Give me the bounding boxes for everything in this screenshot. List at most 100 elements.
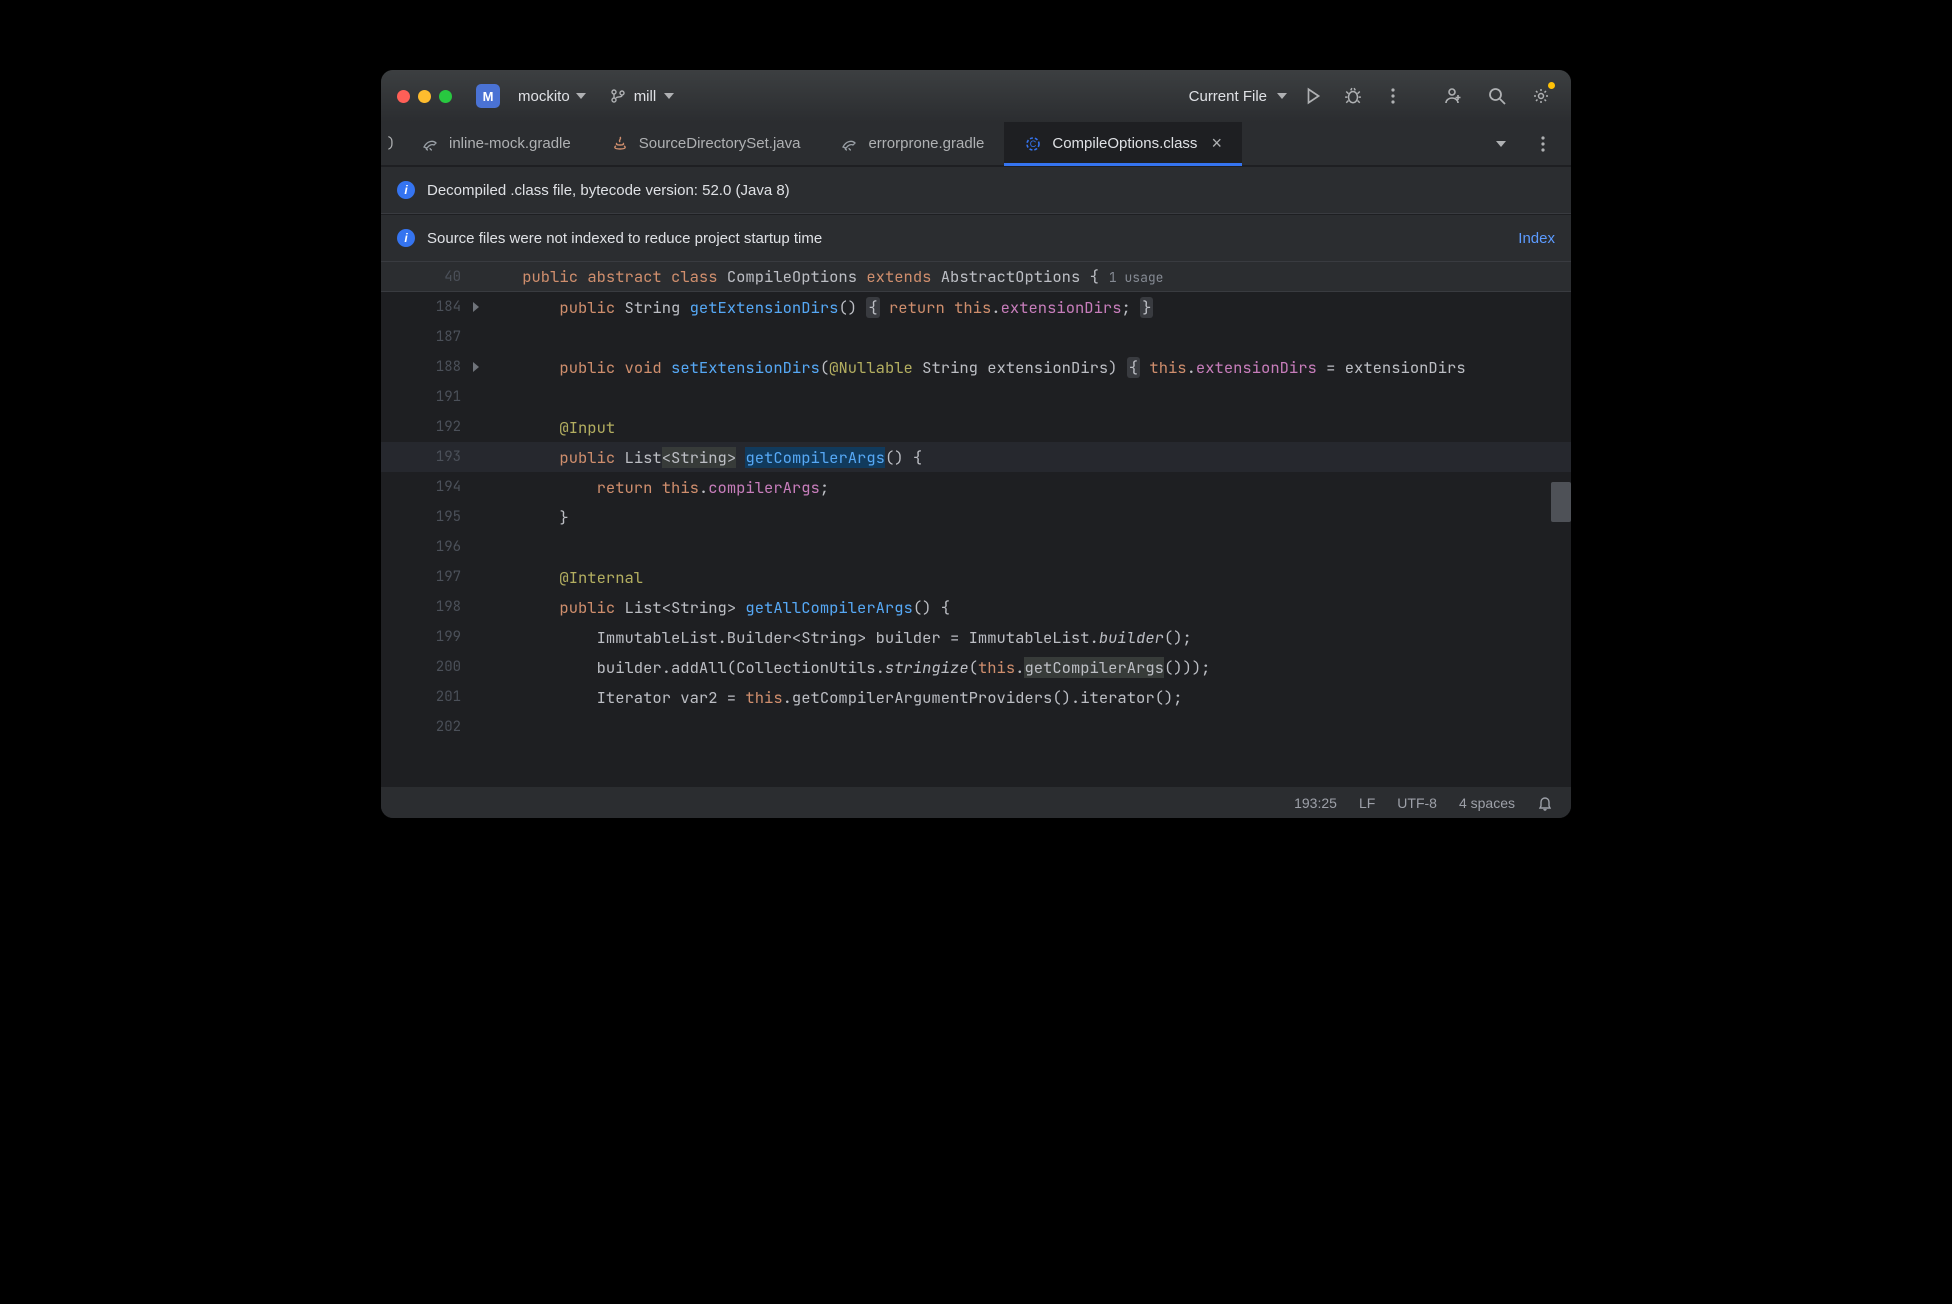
editor-tab[interactable]: errorprone.gradle [820,122,1004,165]
code-line[interactable]: 199 ImmutableList.Builder<String> builde… [381,622,1571,652]
vcs-branch-selector[interactable]: mill [610,88,675,105]
code-line[interactable]: 194 return this.compilerArgs; [381,472,1571,502]
svg-text:C: C [1030,139,1037,149]
chevron-down-icon [664,93,674,99]
minimize-window-button[interactable] [418,90,431,103]
decompiled-banner-text: Decompiled .class file, bytecode version… [427,182,790,199]
editor-scrollbar[interactable] [1557,262,1571,786]
line-number: 192 [381,418,481,436]
code-line[interactable]: 195 } [381,502,1571,532]
sticky-header-line[interactable]: 40 public abstract class CompileOptions … [381,262,1571,292]
editor-tab[interactable]: C CompileOptions.class × [1004,122,1242,165]
line-number: 188 [381,358,481,376]
branch-name-label: mill [634,88,657,105]
more-actions-button[interactable] [1379,82,1407,110]
run-config-label: Current File [1189,88,1267,105]
line-number: 194 [381,478,481,496]
project-selector[interactable]: mockito [518,88,586,105]
code-text: Iterator var2 = this.getCompilerArgument… [481,687,1183,708]
code-text: @Internal [481,567,643,588]
editor-tab[interactable]: inline-mock.gradle [401,122,591,165]
editor-tab[interactable]: SourceDirectorySet.java [591,122,821,165]
indent-settings[interactable]: 4 spaces [1459,795,1515,811]
info-icon: i [397,181,415,199]
run-config-selector[interactable]: Current File [1189,88,1287,105]
code-text: builder.addAll(CollectionUtils.stringize… [481,657,1210,678]
run-button[interactable] [1299,82,1327,110]
branch-icon [610,88,626,104]
chevron-down-icon [576,93,586,99]
settings-button[interactable] [1527,82,1555,110]
notifications-icon[interactable] [1537,795,1553,811]
java-file-icon [611,135,629,153]
line-number: 196 [381,538,481,556]
line-number: 193 [381,448,481,466]
maximize-window-button[interactable] [439,90,452,103]
project-name-label: mockito [518,88,570,105]
caret-position[interactable]: 193:25 [1294,795,1337,811]
code-text: ImmutableList.Builder<String> builder = … [481,627,1192,648]
tab-label: SourceDirectorySet.java [639,135,801,152]
code-line[interactable]: 191 [381,382,1571,412]
usages-inlay[interactable]: 1 usage [1099,269,1164,286]
line-number: 195 [381,508,481,526]
code-line[interactable]: 201 Iterator var2 = this.getCompilerArgu… [381,682,1571,712]
file-encoding[interactable]: UTF-8 [1397,795,1437,811]
code-with-me-button[interactable] [1439,82,1467,110]
editor-tabs: ) inline-mock.gradle SourceDirectorySet.… [381,122,1571,166]
editor[interactable]: 40 public abstract class CompileOptions … [381,262,1571,786]
indexing-banner-text: Source files were not indexed to reduce … [427,230,822,247]
code-line[interactable]: 187 [381,322,1571,352]
code-line[interactable]: 188 public void setExtensionDirs(@Nullab… [381,352,1571,382]
scroll-thumb[interactable] [1551,482,1571,522]
code-line[interactable]: 193 public List<String> getCompilerArgs(… [381,442,1571,472]
tab-label: inline-mock.gradle [449,135,571,152]
traffic-lights [397,90,452,103]
index-link[interactable]: Index [1518,230,1555,247]
code-line[interactable]: 198 public List<String> getAllCompilerAr… [381,592,1571,622]
line-number: 198 [381,598,481,616]
code-line[interactable]: 196 [381,532,1571,562]
gradle-file-icon [421,135,439,153]
close-window-button[interactable] [397,90,410,103]
code-text: public List<String> getCompilerArgs() { [481,447,922,468]
search-button[interactable] [1483,82,1511,110]
close-tab-icon[interactable]: × [1211,133,1222,154]
code-line[interactable]: 184 public String getExtensionDirs() { r… [381,292,1571,322]
status-bar: 193:25 LF UTF-8 4 spaces [381,786,1571,818]
tool-window-stripe-button[interactable]: ) [381,122,401,165]
code-line[interactable]: 192 @Input [381,412,1571,442]
code-text: public abstract class CompileOptions ext… [481,266,1163,287]
code-line[interactable]: 200 builder.addAll(CollectionUtils.strin… [381,652,1571,682]
line-number: 191 [381,388,481,406]
gradle-file-icon [840,135,858,153]
code-text: public void setExtensionDirs(@Nullable S… [481,357,1466,378]
line-number: 187 [381,328,481,346]
tab-label: errorprone.gradle [868,135,984,152]
line-number: 199 [381,628,481,646]
fold-toggle-icon[interactable] [473,302,479,312]
line-number: 184 [381,298,481,316]
code-text: public List<String> getAllCompilerArgs()… [481,597,950,618]
code-line[interactable]: 197 @Internal [381,562,1571,592]
decompiled-banner: i Decompiled .class file, bytecode versi… [381,166,1571,214]
code-text: } [481,507,569,528]
titlebar: M mockito mill Current File [381,70,1571,122]
indexing-banner: i Source files were not indexed to reduc… [381,214,1571,262]
info-icon: i [397,229,415,247]
code-text: @Input [481,417,615,438]
code-text: return this.compilerArgs; [481,477,829,498]
recent-files-button[interactable] [1487,130,1515,158]
line-separator[interactable]: LF [1359,795,1375,811]
code-line[interactable]: 202 [381,712,1571,742]
ide-window: M mockito mill Current File [381,70,1571,818]
project-badge[interactable]: M [476,84,500,108]
fold-toggle-icon[interactable] [473,362,479,372]
class-file-icon: C [1024,135,1042,153]
code-text: public String getExtensionDirs() { retur… [481,297,1153,318]
tab-label: CompileOptions.class [1052,135,1197,152]
line-number: 40 [381,268,481,286]
chevron-down-icon [1277,93,1287,99]
tabs-more-button[interactable] [1529,130,1557,158]
debug-button[interactable] [1339,82,1367,110]
